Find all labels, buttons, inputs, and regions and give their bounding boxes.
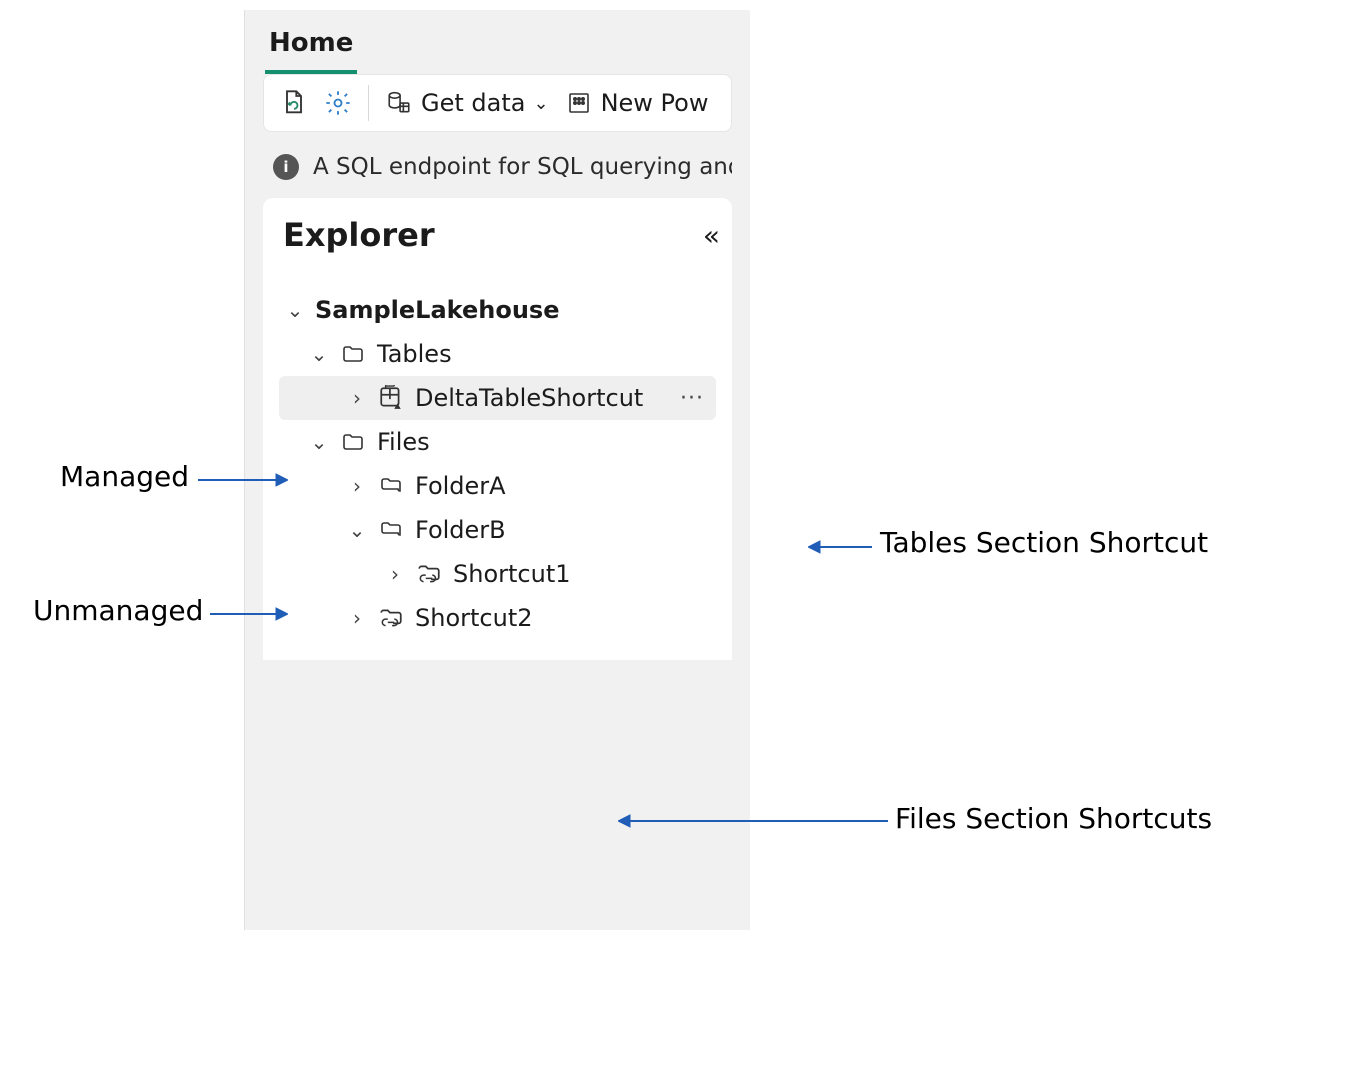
info-banner: i A SQL endpoint for SQL querying and a … — [263, 148, 732, 186]
callout-managed: Managed — [60, 460, 189, 493]
toolbar: Get data ⌄ New Pow — [263, 74, 732, 132]
tree-delta-shortcut[interactable]: › DeltaTableShortcut ··· — [279, 376, 716, 420]
tree-shortcut1[interactable]: › Shortcut1 — [279, 552, 716, 596]
tree-root[interactable]: ⌄ SampleLakehouse — [279, 288, 716, 332]
more-menu-button[interactable]: ··· — [680, 386, 710, 411]
callout-tables-shortcut: Tables Section Shortcut — [880, 526, 1208, 559]
explorer-tree: ⌄ SampleLakehouse ⌄ Tables › DeltaTableS… — [263, 266, 732, 660]
arrow-managed — [198, 471, 288, 489]
tree-shortcut2[interactable]: › Shortcut2 — [279, 596, 716, 640]
chevron-right-icon: › — [385, 562, 405, 586]
chevron-right-icon: › — [347, 386, 367, 410]
database-icon — [385, 89, 413, 117]
info-icon: i — [273, 154, 299, 180]
delta-shortcut-icon — [377, 385, 405, 411]
tree-folder-a[interactable]: › FolderA — [279, 464, 716, 508]
callout-unmanaged: Unmanaged — [33, 594, 203, 627]
get-data-button[interactable]: Get data ⌄ — [385, 89, 549, 117]
chevron-right-icon: › — [347, 474, 367, 498]
tree-folder-b[interactable]: ⌄ FolderB — [279, 508, 716, 552]
folder-a-label: FolderA — [415, 472, 506, 500]
explorer-header: Explorer « — [263, 198, 732, 266]
arrow-files-shortcuts — [618, 812, 888, 830]
shortcut1-label: Shortcut1 — [453, 560, 571, 588]
folder-icon — [377, 474, 405, 498]
root-label: SampleLakehouse — [315, 296, 559, 324]
refresh-icon[interactable] — [280, 89, 308, 117]
arrow-tables-shortcut — [808, 538, 872, 556]
folder-icon — [377, 518, 405, 542]
chevron-down-icon: ⌄ — [309, 430, 329, 454]
chevron-down-icon: ⌄ — [285, 298, 305, 322]
grid-icon — [565, 89, 593, 117]
toolbar-divider — [368, 85, 369, 121]
new-power-label: New Pow — [601, 89, 709, 117]
folder-shortcut-icon — [415, 561, 443, 587]
gear-icon[interactable] — [324, 89, 352, 117]
delta-shortcut-label: DeltaTableShortcut — [415, 384, 643, 412]
info-text: A SQL endpoint for SQL querying and a de — [313, 154, 732, 180]
tree-tables[interactable]: ⌄ Tables — [279, 332, 716, 376]
get-data-label: Get data — [421, 89, 525, 117]
chevron-down-icon: ⌄ — [533, 93, 548, 114]
tree-files[interactable]: ⌄ Files — [279, 420, 716, 464]
tab-strip: Home — [245, 10, 750, 74]
folder-icon — [339, 342, 367, 366]
tab-home[interactable]: Home — [265, 18, 357, 74]
tables-label: Tables — [377, 340, 452, 368]
folder-b-label: FolderB — [415, 516, 506, 544]
folder-shortcut-icon — [377, 605, 405, 631]
explorer-title: Explorer — [283, 216, 435, 254]
chevron-down-icon: ⌄ — [309, 342, 329, 366]
chevron-down-icon: ⌄ — [347, 518, 367, 542]
chevron-right-icon: › — [347, 606, 367, 630]
shortcut2-label: Shortcut2 — [415, 604, 533, 632]
lakehouse-panel: Home — [244, 10, 750, 930]
new-power-button[interactable]: New Pow — [565, 89, 709, 117]
callout-files-shortcuts: Files Section Shortcuts — [895, 802, 1212, 835]
folder-icon — [339, 430, 367, 454]
files-label: Files — [377, 428, 430, 456]
collapse-explorer-button[interactable]: « — [703, 219, 712, 252]
arrow-unmanaged — [210, 605, 288, 623]
